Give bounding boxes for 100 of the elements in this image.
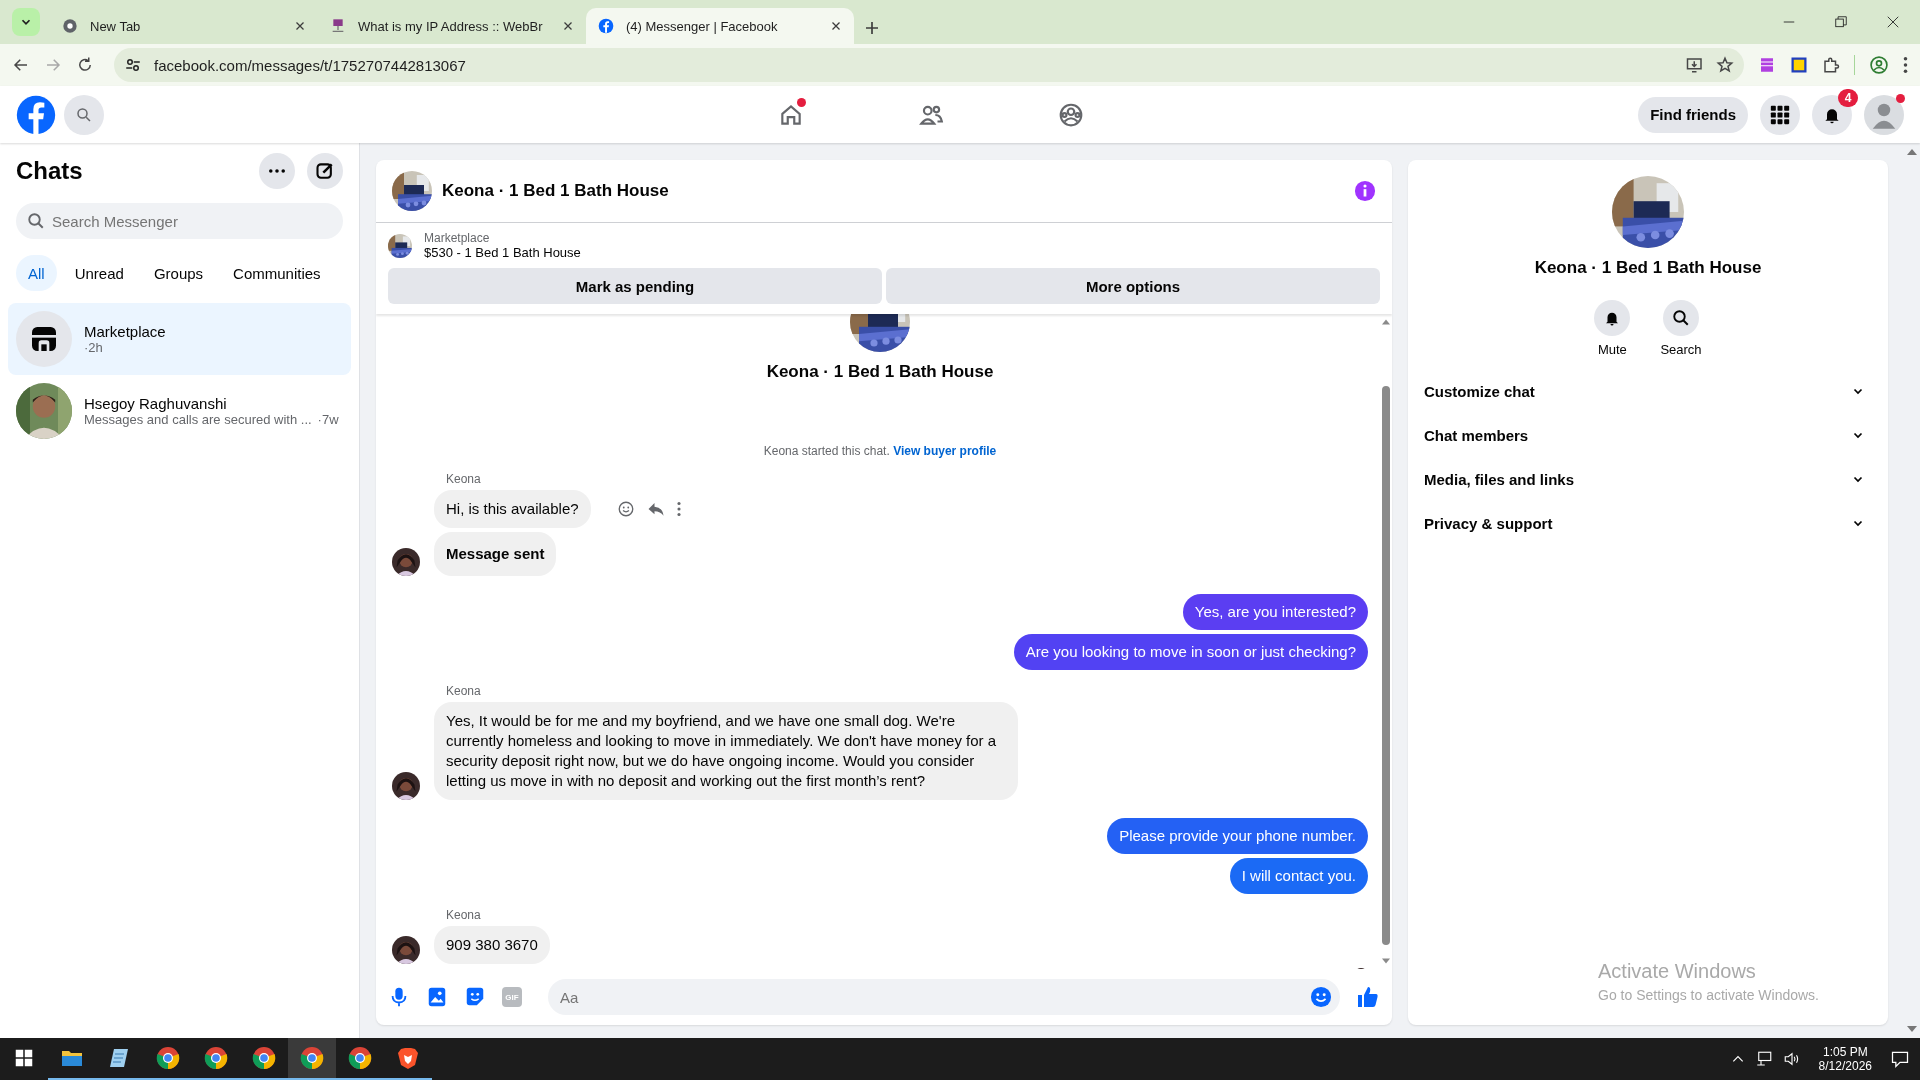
profile-button[interactable]: [1864, 94, 1904, 135]
section-header[interactable]: Privacy & support: [1416, 501, 1880, 545]
chrome-icon: [204, 1046, 228, 1070]
chat-start-note: Keona started this chat. View buyer profile: [762, 444, 998, 458]
section-header[interactable]: Customize chat: [1416, 369, 1880, 413]
extension-icon[interactable]: [1758, 56, 1776, 74]
more-icon: [269, 169, 285, 173]
network-icon[interactable]: [1754, 1050, 1773, 1068]
filter-tab[interactable]: Communities: [221, 255, 333, 291]
section-header[interactable]: Media, files and links: [1416, 457, 1880, 501]
section-header[interactable]: Chat members: [1416, 413, 1880, 457]
close-icon[interactable]: [294, 20, 306, 32]
filter-tab[interactable]: Unread: [62, 255, 136, 291]
chat-item[interactable]: Hsegoy Raghuvanshi Messages and calls are secured with ... ·7w: [8, 375, 351, 447]
image-icon[interactable]: [426, 986, 448, 1008]
listing-title: $530 - 1 Bed 1 Bath House: [424, 245, 581, 260]
star-icon[interactable]: [1716, 56, 1734, 74]
sender-name: Keona: [445, 908, 482, 922]
restore-icon[interactable]: [1834, 15, 1848, 29]
profile-icon[interactable]: [1869, 55, 1889, 75]
facebook-logo-icon[interactable]: [16, 94, 56, 135]
emoji-icon[interactable]: [1310, 986, 1332, 1008]
contact-name: Keona · 1 Bed 1 Bath House: [1534, 258, 1762, 278]
compose-icon: [315, 161, 335, 181]
thumbs-up-icon[interactable]: [1356, 985, 1380, 1009]
chat-item[interactable]: Marketplace ·2h: [8, 303, 351, 375]
message-bubble: Message sent: [434, 532, 557, 576]
info-icon[interactable]: [1354, 180, 1376, 202]
notification-badge: 4: [1838, 88, 1858, 107]
activation-text: Go to Settings to activate Windows.: [1598, 987, 1819, 1003]
chats-heading: Chats: [16, 157, 84, 185]
windows-icon: [15, 1049, 33, 1067]
chat-title: Keona · 1 Bed 1 Bath House: [442, 181, 670, 201]
message-input[interactable]: Aa: [548, 979, 1340, 1015]
more-icon[interactable]: [676, 502, 681, 516]
scrollbar-thumb[interactable]: [1382, 386, 1390, 945]
message-bubble: Yes, are you interested?: [1182, 594, 1368, 630]
close-icon[interactable]: [830, 20, 842, 32]
chat-name: Hsegoy Raghuvanshi: [84, 395, 228, 412]
sticker-icon[interactable]: [464, 986, 486, 1008]
facebook-logo-icon: [598, 18, 614, 34]
more-icon[interactable]: [1903, 57, 1908, 73]
scroll-up-icon[interactable]: [1907, 147, 1917, 157]
site-settings-icon[interactable]: [124, 56, 142, 74]
options-button[interactable]: [259, 153, 295, 189]
new-message-button[interactable]: [307, 153, 343, 189]
notification-dot: [797, 97, 807, 107]
notifications-button[interactable]: [1812, 94, 1852, 135]
extension-icon[interactable]: [1790, 56, 1808, 74]
message-bubble: Yes, It would be for me and my boyfriend, and we have one small dog. We're currently homeless and looking to move in immediately. We don't have money for a security deposit right now, but we do have ongoing income. Would you consider letting us move in with no deposit and working out the first month’s rent?: [434, 702, 1018, 800]
volume-icon[interactable]: [1782, 1050, 1801, 1068]
browser-tab[interactable]: New Tab: [50, 8, 318, 44]
back-icon[interactable]: [12, 56, 30, 74]
taskbar-app[interactable]: [288, 1038, 336, 1080]
message-bubble: Hi, is this available?: [434, 490, 591, 528]
search-icon: [27, 212, 45, 230]
groups-icon[interactable]: [1058, 101, 1085, 128]
lion-icon: [396, 1046, 420, 1070]
puzzle-icon[interactable]: [1822, 56, 1840, 74]
close-icon[interactable]: [1886, 15, 1900, 29]
globe-icon: [62, 18, 78, 34]
message-bubble: Are you looking to move in soon or just checking?: [1013, 634, 1368, 670]
filter-tab[interactable]: All: [16, 255, 57, 291]
message-preview: Messages and calls are secured with ...: [84, 412, 312, 427]
react-icon[interactable]: [616, 500, 635, 518]
scroll-down-icon[interactable]: [1907, 1024, 1917, 1034]
search-field[interactable]: Search Messenger: [16, 203, 343, 239]
chat-name: Marketplace: [84, 323, 166, 340]
search-button[interactable]: [64, 94, 104, 135]
browser-tab[interactable]: What is my IP Address :: WebBr: [318, 8, 586, 44]
action-button[interactable]: Mark as pending: [388, 268, 882, 304]
new-tab-icon[interactable]: [864, 20, 880, 36]
sender-name: Keona: [445, 472, 482, 486]
browser-tab[interactable]: (4) Messenger | Facebook: [586, 8, 854, 44]
address-bar[interactable]: facebook.com/messages/t/1752707442813067: [114, 48, 1744, 82]
chrome-icon: [348, 1046, 372, 1070]
scroll-up-icon[interactable]: [1382, 318, 1390, 326]
message-bubble: Please provide your phone number.: [1107, 818, 1368, 854]
clock[interactable]: 1:05 PM 8/12/2026: [1818, 1045, 1872, 1073]
reload-icon[interactable]: [76, 56, 94, 74]
close-icon[interactable]: [562, 20, 574, 32]
notifications-icon[interactable]: [1890, 1049, 1910, 1069]
reply-icon[interactable]: [646, 500, 665, 518]
find-friends-button[interactable]: Find friends: [1638, 96, 1748, 133]
message-bubble: I will contact you.: [1229, 858, 1368, 894]
menu-button[interactable]: [1760, 94, 1800, 135]
install-icon[interactable]: [1686, 56, 1704, 74]
message-bubble: 909 380 3670: [434, 926, 550, 964]
activation-title: Activate Windows: [1598, 960, 1757, 983]
network-icon: [330, 18, 346, 34]
search-icon: [75, 105, 93, 124]
buyer-profile-link[interactable]: View buyer profile: [893, 444, 997, 458]
tab-search-button[interactable]: [12, 8, 40, 36]
filter-tab[interactable]: Groups: [141, 255, 216, 291]
action-button[interactable]: More options: [886, 268, 1380, 304]
scroll-down-icon[interactable]: [1382, 957, 1390, 965]
chrome-icon: [252, 1046, 276, 1070]
chrome-icon: [300, 1046, 324, 1070]
timestamp: ·7w: [317, 412, 339, 427]
intro-title: Keona · 1 Bed 1 Bath House: [766, 362, 994, 382]
